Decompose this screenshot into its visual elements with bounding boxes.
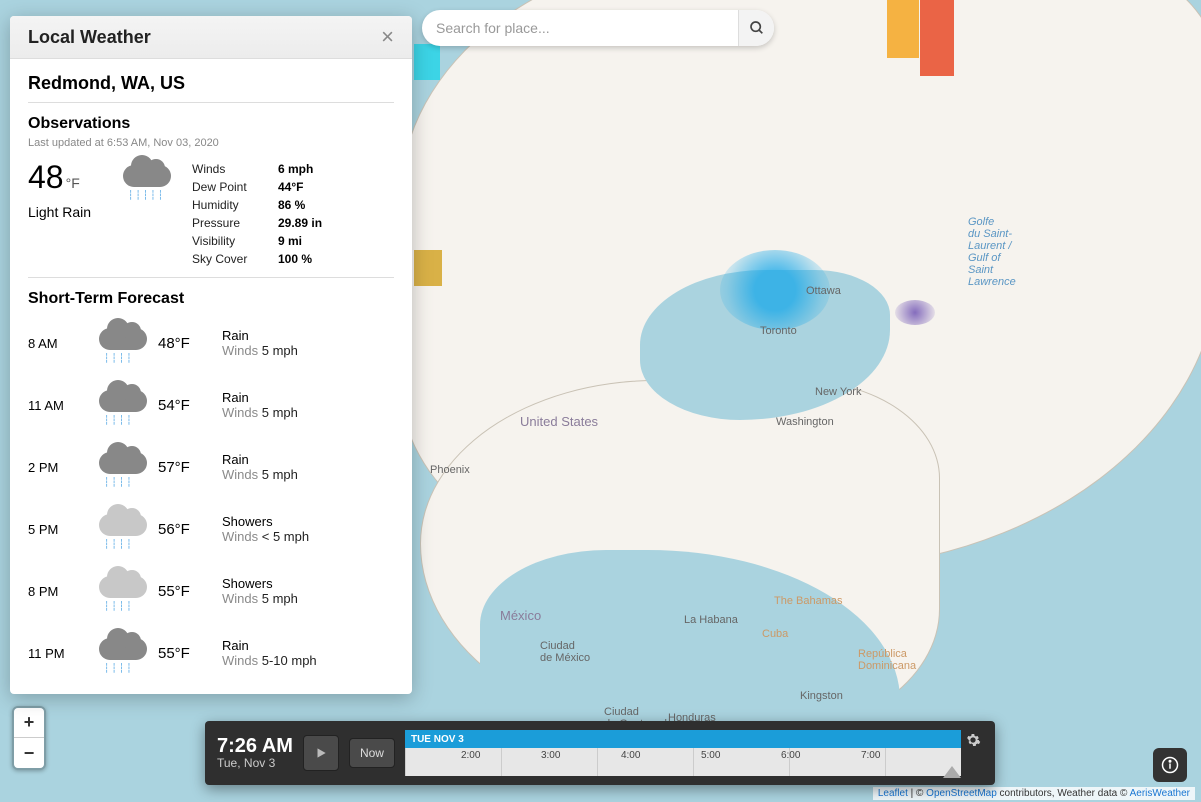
search-icon <box>749 20 765 36</box>
timeline-tick: 6:00 <box>781 750 800 761</box>
forecast-wind: Winds 5 mph <box>222 467 298 482</box>
divider <box>28 102 394 103</box>
observations-table: Winds6 mph Dew Point44°F Humidity86 % Pr… <box>190 159 332 269</box>
close-icon: × <box>381 24 394 49</box>
search-bar <box>422 10 774 46</box>
forecast-time: 11 AM <box>28 398 88 413</box>
map-alert-polygon <box>414 250 442 286</box>
forecast-time: 8 PM <box>28 584 88 599</box>
map-alert-polygon <box>414 44 440 80</box>
forecast-temperature: 55°F <box>158 583 214 600</box>
zoom-out-button[interactable]: − <box>14 738 44 768</box>
forecast-temperature: 57°F <box>158 459 214 476</box>
forecast-temperature: 56°F <box>158 521 214 538</box>
forecast-temperature: 54°F <box>158 397 214 414</box>
play-icon <box>314 746 328 760</box>
timeline-date: Tue, Nov 3 <box>217 756 293 770</box>
forecast-wind: Winds < 5 mph <box>222 529 309 544</box>
observations-updated: Last updated at 6:53 AM, Nov 03, 2020 <box>28 137 394 149</box>
weather-panel: Local Weather × Redmond, WA, US Observat… <box>10 16 412 694</box>
weather-showers-icon: ┆┆┆┆ <box>96 508 150 550</box>
forecast-condition: Showers <box>222 576 298 591</box>
info-icon <box>1161 756 1179 774</box>
close-button[interactable]: × <box>381 26 394 48</box>
forecast-row: 5 PM ┆┆┆┆ 56°F ShowersWinds < 5 mph <box>28 498 394 560</box>
info-button[interactable] <box>1153 748 1187 782</box>
forecast-time: 8 AM <box>28 336 88 351</box>
forecast-wind: Winds 5 mph <box>222 343 298 358</box>
location-name: Redmond, WA, US <box>28 73 394 94</box>
timeline-settings-button[interactable] <box>963 730 983 750</box>
map-alert-polygon <box>887 0 919 58</box>
aeris-link[interactable]: AerisWeather <box>1130 788 1190 799</box>
weather-rain-icon: ┆┆┆┆┆ <box>120 159 174 201</box>
timeline-tick: 2:00 <box>461 750 480 761</box>
weather-rain-icon: ┆┆┆┆ <box>96 632 150 674</box>
timeline-tick: 7:00 <box>861 750 880 761</box>
timeline-day-label: TUE NOV 3 <box>405 730 961 748</box>
now-button[interactable]: Now <box>349 738 395 768</box>
current-temperature: 48 °F <box>28 159 108 196</box>
radar-overlay <box>720 250 830 330</box>
search-input[interactable] <box>422 20 738 36</box>
timeline-clock: 7:26 AM <box>217 736 293 756</box>
forecast-row: 2 PM ┆┆┆┆ 57°F RainWinds 5 mph <box>28 436 394 498</box>
weather-showers-icon: ┆┆┆┆ <box>96 570 150 612</box>
forecast-row: 8 PM ┆┆┆┆ 55°F ShowersWinds 5 mph <box>28 560 394 622</box>
timeline-playhead[interactable] <box>943 766 961 778</box>
timeline-tick: 5:00 <box>701 750 720 761</box>
timeline-track[interactable]: TUE NOV 3 2:00 3:00 4:00 5:00 6:00 7:00 <box>405 730 983 776</box>
forecast-wind: Winds 5 mph <box>222 405 298 420</box>
divider <box>28 277 394 278</box>
weather-rain-icon: ┆┆┆┆ <box>96 446 150 488</box>
forecast-condition: Rain <box>222 638 317 653</box>
timeline-scale: 2:00 3:00 4:00 5:00 6:00 7:00 <box>405 748 961 776</box>
forecast-time: 11 PM <box>28 646 88 661</box>
forecast-time: 5 PM <box>28 522 88 537</box>
gear-icon <box>965 732 981 748</box>
forecast-heading: Short-Term Forecast <box>28 290 394 308</box>
forecast-row: 11 AM ┆┆┆┆ 54°F RainWinds 5 mph <box>28 374 394 436</box>
forecast-wind: Winds 5-10 mph <box>222 653 317 668</box>
forecast-wind: Winds 5 mph <box>222 591 298 606</box>
forecast-condition: Rain <box>222 328 298 343</box>
forecast-condition: Showers <box>222 514 309 529</box>
current-condition: Light Rain <box>28 204 108 220</box>
weather-rain-icon: ┆┆┆┆ <box>96 384 150 426</box>
forecast-time: 2 PM <box>28 460 88 475</box>
panel-title: Local Weather <box>28 27 151 48</box>
zoom-in-button[interactable]: + <box>14 708 44 738</box>
osm-link[interactable]: OpenStreetMap <box>926 788 997 799</box>
forecast-temperature: 55°F <box>158 645 214 662</box>
map-alert-polygon <box>920 0 954 76</box>
timeline-bar: 7:26 AM Tue, Nov 3 Now TUE NOV 3 2:00 3:… <box>205 721 995 785</box>
timeline-tick: 3:00 <box>541 750 560 761</box>
weather-rain-icon: ┆┆┆┆ <box>96 322 150 364</box>
leaflet-link[interactable]: Leaflet <box>878 788 908 799</box>
forecast-temperature: 48°F <box>158 335 214 352</box>
forecast-row: 8 AM ┆┆┆┆ 48°F RainWinds 5 mph <box>28 312 394 374</box>
forecast-row: 11 PM ┆┆┆┆ 55°F RainWinds 5-10 mph <box>28 622 394 684</box>
panel-header: Local Weather × <box>10 16 412 59</box>
zoom-control: + − <box>12 706 46 770</box>
forecast-condition: Rain <box>222 452 298 467</box>
forecast-condition: Rain <box>222 390 298 405</box>
timeline-tick: 4:00 <box>621 750 640 761</box>
map-attribution: Leaflet | © OpenStreetMap contributors, … <box>873 787 1195 800</box>
observations-heading: Observations <box>28 115 394 133</box>
search-button[interactable] <box>738 10 774 46</box>
temperature-value: 48 <box>28 159 64 196</box>
radar-overlay <box>895 300 935 325</box>
play-button[interactable] <box>303 735 339 771</box>
temperature-unit: °F <box>66 175 80 191</box>
